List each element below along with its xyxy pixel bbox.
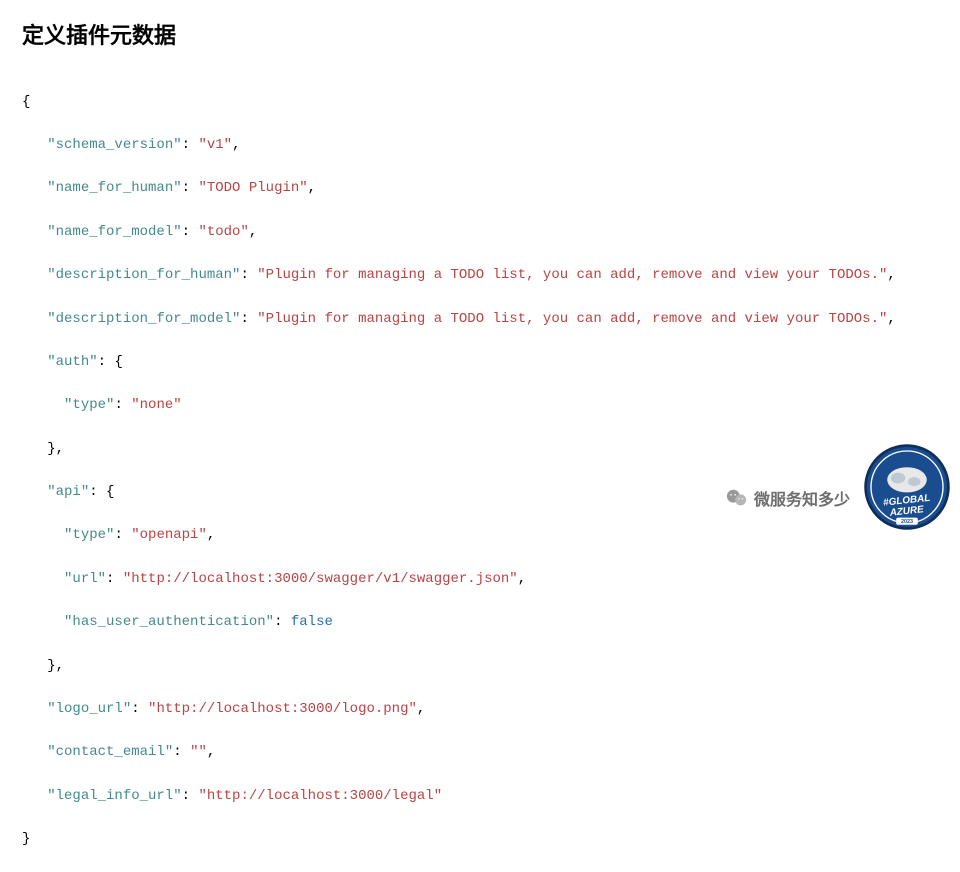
val-name-for-human: "TODO Plugin" bbox=[198, 180, 307, 196]
key-schema-version: "schema_version" bbox=[47, 137, 181, 153]
key-name-for-model: "name_for_model" bbox=[47, 224, 181, 240]
open-brace: { bbox=[22, 94, 30, 110]
val-description-for-model: "Plugin for managing a TODO list, you ca… bbox=[257, 311, 887, 327]
colon: : bbox=[182, 788, 199, 804]
key-api-url: "url" bbox=[64, 571, 106, 587]
colon: : bbox=[173, 744, 190, 760]
close-brace: } bbox=[22, 831, 30, 847]
open-obj: : { bbox=[98, 354, 123, 370]
key-api: "api" bbox=[47, 484, 89, 500]
key-contact-email: "contact_email" bbox=[47, 744, 173, 760]
key-legal-info-url: "legal_info_url" bbox=[47, 788, 181, 804]
global-azure-badge-icon: #GLOBAL AZURE 2023 bbox=[862, 442, 952, 532]
json-code-block: { "schema_version": "v1", "name_for_huma… bbox=[0, 60, 960, 872]
val-logo-url: "http://localhost:3000/logo.png" bbox=[148, 701, 417, 717]
val-api-type: "openapi" bbox=[131, 527, 207, 543]
val-name-for-model: "todo" bbox=[198, 224, 248, 240]
page-title: 定义插件元数据 bbox=[0, 0, 960, 60]
comma: , bbox=[232, 137, 240, 153]
key-description-for-model: "description_for_model" bbox=[47, 311, 240, 327]
colon: : bbox=[182, 224, 199, 240]
key-has-user-auth: "has_user_authentication" bbox=[64, 614, 274, 630]
comma: , bbox=[887, 267, 895, 283]
comma: , bbox=[887, 311, 895, 327]
comma: , bbox=[417, 701, 425, 717]
watermark: 微服务知多少 bbox=[726, 486, 850, 510]
colon: : bbox=[182, 180, 199, 196]
watermark-text: 微服务知多少 bbox=[754, 486, 850, 510]
colon: : bbox=[240, 267, 257, 283]
val-has-user-auth: false bbox=[291, 614, 333, 630]
val-legal-info-url: "http://localhost:3000/legal" bbox=[198, 788, 442, 804]
comma: , bbox=[518, 571, 526, 587]
comma: , bbox=[207, 744, 215, 760]
colon: : bbox=[114, 397, 131, 413]
val-contact-email: "" bbox=[190, 744, 207, 760]
colon: : bbox=[182, 137, 199, 153]
colon: : bbox=[106, 571, 123, 587]
val-auth-type: "none" bbox=[131, 397, 181, 413]
key-api-type: "type" bbox=[64, 527, 114, 543]
close-brace-comma: }, bbox=[47, 658, 64, 674]
comma: , bbox=[207, 527, 215, 543]
val-api-url: "http://localhost:3000/swagger/v1/swagge… bbox=[123, 571, 518, 587]
svg-text:2023: 2023 bbox=[901, 519, 913, 525]
colon: : bbox=[274, 614, 291, 630]
key-description-for-human: "description_for_human" bbox=[47, 267, 240, 283]
val-description-for-human: "Plugin for managing a TODO list, you ca… bbox=[257, 267, 887, 283]
val-schema-version: "v1" bbox=[198, 137, 232, 153]
open-obj: : { bbox=[89, 484, 114, 500]
comma: , bbox=[308, 180, 316, 196]
colon: : bbox=[131, 701, 148, 717]
key-auth-type: "type" bbox=[64, 397, 114, 413]
colon: : bbox=[114, 527, 131, 543]
key-name-for-human: "name_for_human" bbox=[47, 180, 181, 196]
wechat-icon bbox=[726, 487, 748, 509]
key-logo-url: "logo_url" bbox=[47, 701, 131, 717]
key-auth: "auth" bbox=[47, 354, 97, 370]
colon: : bbox=[240, 311, 257, 327]
comma: , bbox=[249, 224, 257, 240]
close-brace-comma: }, bbox=[47, 441, 64, 457]
